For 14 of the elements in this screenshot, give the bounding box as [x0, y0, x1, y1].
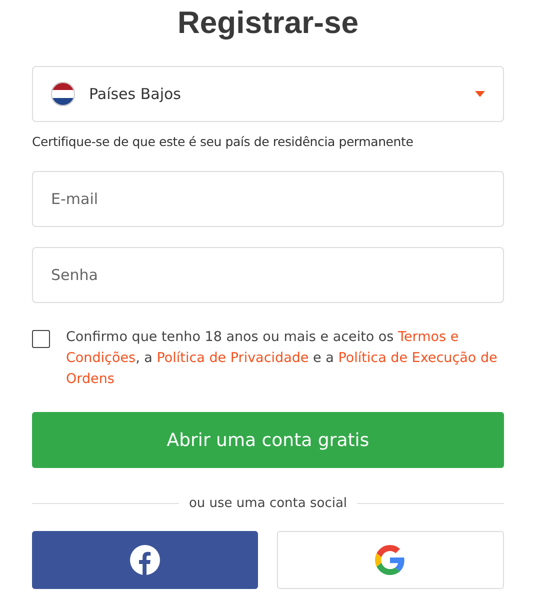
flag-icon [51, 82, 75, 106]
facebook-button[interactable] [32, 531, 258, 589]
google-button[interactable] [276, 531, 504, 589]
page-title: Registrar-se [176, 4, 360, 42]
checkbox[interactable] [32, 330, 50, 348]
input-field[interactable]: E-mail [32, 171, 504, 227]
input-field[interactable]: Senha [32, 247, 504, 303]
facebook-icon [130, 545, 160, 575]
google-icon [375, 545, 406, 575]
country-select[interactable]: Países Bajos [32, 66, 504, 122]
divider-text: ou use uma conta social [188, 496, 348, 511]
hint-text: Certifique-se de que este é seu país de residência permanente [32, 134, 414, 149]
consent-text: Confirmo que tenho 18 anos ou mais e aceito os Termos e Condições, a Política de Privacidade e a Política de Execução de Ordens [66, 328, 498, 389]
caret-icon [475, 91, 485, 97]
